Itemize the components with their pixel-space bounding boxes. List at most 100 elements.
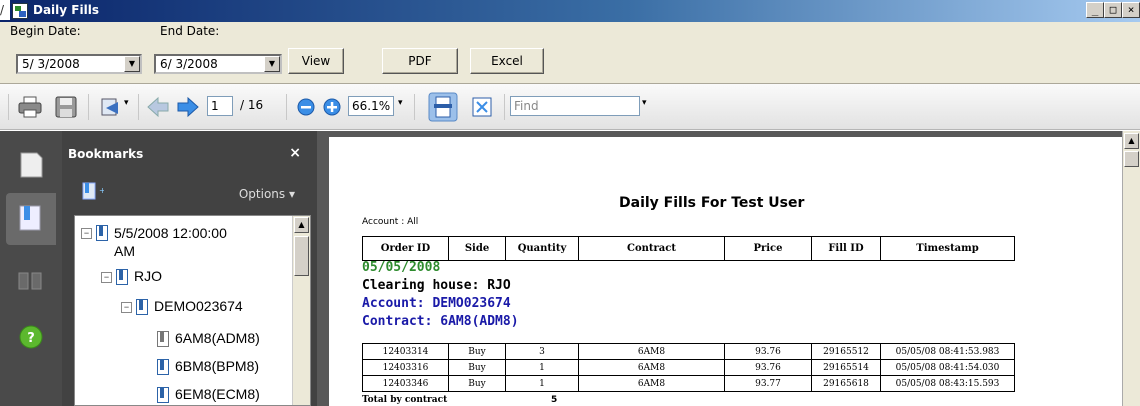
begin-date-label: Begin Date: bbox=[10, 24, 81, 38]
date-filter-bar: Begin Date: 5/ 3/2008 ▼ End Date: 6/ 3/2… bbox=[0, 22, 1140, 84]
window-controls: _ □ × bbox=[1086, 2, 1140, 18]
bookmark-scrollbar[interactable]: ▲ bbox=[292, 216, 310, 405]
print-icon[interactable] bbox=[18, 96, 42, 118]
table-cell: Buy bbox=[448, 343, 506, 360]
bookmark-icon bbox=[157, 359, 169, 375]
new-bookmark-icon[interactable]: + bbox=[82, 181, 104, 201]
bookmark-item[interactable]: 6EM8(ECM8) bbox=[157, 386, 260, 403]
table-cell: 93.76 bbox=[724, 343, 812, 360]
zoom-out-icon[interactable] bbox=[294, 96, 318, 118]
table-cell: 05/05/08 08:41:53.983 bbox=[880, 343, 1015, 360]
table-row: 12403314 Buy 3 6AM8 93.76 29165512 05/05… bbox=[362, 343, 1015, 360]
table-cell: 1 bbox=[505, 359, 579, 376]
collapse-icon[interactable]: − bbox=[101, 272, 112, 283]
table-cell: 6AM8 bbox=[578, 343, 725, 360]
collapse-icon[interactable]: − bbox=[81, 228, 92, 239]
account-filter-line: Account : All bbox=[362, 217, 419, 227]
table-cell: 29165618 bbox=[811, 375, 881, 392]
toolbar-separator bbox=[414, 94, 415, 120]
table-cell: 05/05/08 08:41:54.030 bbox=[880, 359, 1015, 376]
fit-page-icon[interactable] bbox=[470, 96, 494, 118]
app-icon bbox=[12, 3, 28, 19]
attachments-icon[interactable] bbox=[6, 255, 56, 307]
end-date-value: 6/ 3/2008 bbox=[160, 57, 218, 71]
chevron-down-icon[interactable]: ▾ bbox=[124, 98, 129, 108]
table-cell: 05/05/08 08:43:15.593 bbox=[880, 375, 1015, 392]
title-bar: / Daily Fills _ □ × bbox=[0, 0, 1140, 22]
table-cell: Buy bbox=[448, 359, 506, 376]
bookmark-label-continued: AM bbox=[114, 243, 135, 259]
chevron-down-icon[interactable]: ▾ bbox=[642, 98, 647, 108]
scroll-thumb[interactable] bbox=[294, 236, 309, 276]
bookmark-item[interactable]: − RJO bbox=[101, 268, 162, 285]
viewer-toolbar: ▾ 1 / 16 66.1% ▾ Find ▾ bbox=[0, 84, 1140, 130]
column-header: Order ID bbox=[362, 236, 449, 261]
collapse-icon[interactable]: − bbox=[121, 302, 132, 313]
window-title: Daily Fills bbox=[33, 3, 99, 17]
minimize-button[interactable]: _ bbox=[1086, 2, 1104, 18]
previous-page-icon[interactable] bbox=[146, 96, 170, 118]
corner-glyph: / bbox=[0, 0, 10, 20]
save-icon[interactable] bbox=[54, 96, 78, 118]
table-cell: 6AM8 bbox=[578, 359, 725, 376]
chevron-down-icon[interactable]: ▾ bbox=[398, 98, 403, 108]
bookmark-icon bbox=[96, 225, 108, 241]
export-icon[interactable] bbox=[98, 96, 122, 118]
table-cell: 12403346 bbox=[362, 375, 449, 392]
total-by-contract-quantity: 5 bbox=[551, 395, 558, 405]
column-header: Price bbox=[724, 236, 812, 261]
bookmark-icon bbox=[136, 299, 148, 315]
bookmarks-panel: Bookmarks × + Options ▾ − 5/5/2008 12:00… bbox=[62, 131, 317, 406]
document-scrollbar[interactable]: ▲ bbox=[1122, 131, 1140, 406]
total-by-contract-label: Total by contract bbox=[362, 395, 448, 405]
bookmark-label: DEMO023674 bbox=[154, 298, 243, 314]
scroll-up-icon[interactable]: ▲ bbox=[294, 217, 309, 233]
svg-text:+: + bbox=[99, 186, 104, 195]
help-icon[interactable]: ? bbox=[6, 311, 56, 363]
bookmark-item[interactable]: − DEMO023674 bbox=[121, 298, 243, 315]
close-button[interactable]: × bbox=[1122, 2, 1140, 18]
scroll-thumb[interactable] bbox=[1124, 151, 1139, 167]
bookmark-label: 6BM8(BPM8) bbox=[175, 358, 260, 374]
bookmark-icon bbox=[116, 269, 128, 285]
table-row: 12403316 Buy 1 6AM8 93.76 29165514 05/05… bbox=[362, 359, 1015, 376]
table-cell: 12403316 bbox=[362, 359, 449, 376]
bookmarks-options-button[interactable]: Options ▾ bbox=[239, 187, 295, 201]
table-cell: 6AM8 bbox=[578, 375, 725, 392]
bookmark-label: 5/5/2008 12:00:00 bbox=[114, 225, 227, 241]
chevron-down-icon[interactable]: ▼ bbox=[124, 56, 140, 72]
maximize-button[interactable]: □ bbox=[1104, 2, 1122, 18]
chevron-down-icon[interactable]: ▼ bbox=[264, 56, 280, 72]
bookmark-item[interactable]: 6BM8(BPM8) bbox=[157, 358, 259, 375]
bookmark-item[interactable]: − 5/5/2008 12:00:00 AM bbox=[81, 224, 227, 260]
bookmarks-tab[interactable] bbox=[6, 193, 56, 245]
bookmark-icon bbox=[157, 387, 169, 403]
bookmarks-title: Bookmarks bbox=[68, 147, 144, 161]
toolbar-separator bbox=[88, 94, 89, 120]
toolbar-separator bbox=[504, 94, 505, 120]
zoom-in-icon[interactable] bbox=[320, 96, 344, 118]
svg-text:?: ? bbox=[27, 331, 35, 346]
end-date-picker[interactable]: 6/ 3/2008 ▼ bbox=[154, 54, 282, 74]
column-header: Quantity bbox=[505, 236, 579, 261]
excel-button[interactable]: Excel bbox=[470, 48, 544, 74]
page-number-input[interactable]: 1 bbox=[207, 96, 233, 116]
scroll-up-icon[interactable]: ▲ bbox=[1124, 133, 1139, 149]
report-page: Daily Fills For Test User Account : All … bbox=[329, 137, 1122, 406]
column-header: Timestamp bbox=[880, 236, 1015, 261]
fit-width-icon[interactable] bbox=[428, 92, 458, 122]
begin-date-picker[interactable]: 5/ 3/2008 ▼ bbox=[16, 54, 142, 74]
view-button[interactable]: View bbox=[288, 48, 344, 74]
close-icon[interactable]: × bbox=[289, 145, 301, 161]
table-cell: 93.77 bbox=[724, 375, 812, 392]
bookmark-item[interactable]: 6AM8(ADM8) bbox=[157, 330, 260, 347]
pdf-button[interactable]: PDF bbox=[382, 48, 458, 74]
table-cell: 3 bbox=[505, 343, 579, 360]
document-viewer[interactable]: Daily Fills For Test User Account : All … bbox=[317, 131, 1122, 406]
clearing-house-heading: Clearing house: RJO bbox=[362, 278, 511, 293]
next-page-icon[interactable] bbox=[176, 96, 200, 118]
zoom-level-select[interactable]: 66.1% bbox=[348, 96, 394, 116]
find-input[interactable]: Find bbox=[510, 96, 640, 116]
column-header: Contract bbox=[578, 236, 725, 261]
pages-icon[interactable] bbox=[6, 139, 56, 191]
